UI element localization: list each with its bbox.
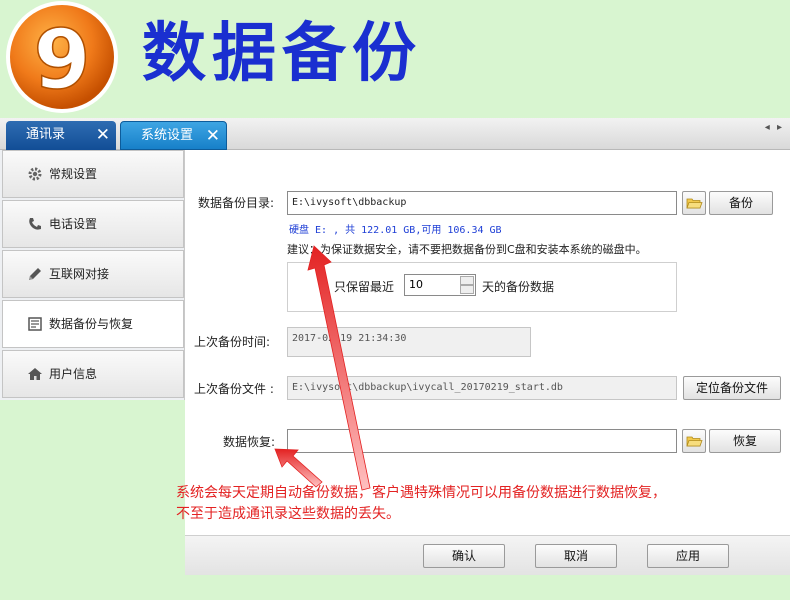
backup-button[interactable]: 备份 (709, 191, 773, 215)
keep-prefix-label: 只保留最近 (334, 280, 395, 294)
dialog-footer: 确认 取消 应用 (185, 535, 790, 575)
sidebar-item-backup[interactable]: 数据备份与恢复 (2, 300, 184, 348)
keep-suffix-label: 天的备份数据 (482, 280, 555, 294)
last-backup-time-field: 2017-02-19 21:34:30 (287, 327, 531, 357)
spin-down-button[interactable] (460, 285, 474, 294)
browse-restore-button[interactable] (682, 429, 706, 453)
sidebar-item-label: 数据备份与恢复 (49, 317, 134, 331)
close-icon[interactable]: ✕ (206, 122, 220, 150)
restore-button[interactable]: 恢复 (709, 429, 781, 453)
page-title: 数据备份 (142, 16, 422, 91)
locate-backup-file-button[interactable]: 定位备份文件 (683, 376, 781, 400)
close-icon[interactable]: ✕ (96, 121, 110, 149)
step-number: 9 (33, 13, 90, 108)
gear-icon (28, 167, 42, 181)
last-backup-file-field: E:\ivysoft\dbbackup\ivycall_20170219_sta… (287, 376, 677, 400)
tab-system-settings[interactable]: 系统设置 ✕ (120, 121, 227, 150)
backup-dir-field[interactable]: E:\ivysoft\dbbackup (287, 191, 677, 215)
tab-contacts[interactable]: 通讯录 ✕ (6, 121, 116, 150)
tab-label: 通讯录 (26, 127, 66, 142)
restore-label: 数据恢复: (223, 435, 276, 449)
bottom-strip (0, 575, 790, 600)
sidebar-item-label: 用户信息 (49, 367, 98, 381)
sidebar: 常规设置 电话设置 互联网对接 数据备份与恢复 用户信息 (0, 150, 185, 400)
sidebar-item-label: 互联网对接 (49, 267, 110, 281)
sidebar-item-general[interactable]: 常规设置 (2, 150, 184, 198)
backup-advice: 建议：为保证数据安全，请不要把数据备份到C盘和安装本系统的磁盘中。 (287, 243, 647, 256)
step-number-badge: 9 (6, 1, 118, 113)
sidebar-item-user-info[interactable]: 用户信息 (2, 350, 184, 398)
annotation-line-1: 系统会每天定期自动备份数据，客户遇特殊情况可以用备份数据进行数据恢复， (176, 485, 666, 501)
backup-dir-label: 数据备份目录: (198, 196, 275, 210)
tab-bar: 通讯录 ✕ 系统设置 ✕ ◂ ▸ (0, 118, 790, 150)
backup-settings-panel: 数据备份目录: E:\ivysoft\dbbackup 备份 硬盘 E: , 共… (185, 150, 790, 535)
folder-icon (686, 198, 703, 209)
last-backup-file-label: 上次备份文件 : (194, 382, 274, 396)
folder-icon (686, 436, 703, 447)
sidebar-item-label: 常规设置 (49, 167, 98, 181)
retention-days-value: 10 (409, 278, 423, 291)
pencil-icon (29, 268, 41, 280)
retention-days-spinner[interactable]: 10 (404, 274, 476, 296)
disk-info: 硬盘 E: , 共 122.01 GB,可用 106.34 GB (289, 225, 502, 236)
browse-folder-button[interactable] (682, 191, 706, 215)
cancel-button[interactable]: 取消 (535, 544, 617, 568)
phone-icon (29, 218, 41, 230)
tab-label: 系统设置 (141, 128, 194, 143)
sidebar-item-phone[interactable]: 电话设置 (2, 200, 184, 248)
annotation-line-2: 不至于造成通讯录这些数据的丢失。 (176, 506, 400, 522)
sidebar-item-label: 电话设置 (49, 217, 98, 231)
restore-file-field[interactable] (287, 429, 677, 453)
tab-scroll-arrows[interactable]: ◂ ▸ (765, 122, 784, 133)
apply-button[interactable]: 应用 (647, 544, 729, 568)
sidebar-item-internet[interactable]: 互联网对接 (2, 250, 184, 298)
spin-up-button[interactable] (460, 276, 474, 285)
document-icon (28, 317, 42, 331)
home-icon (28, 368, 42, 380)
ok-button[interactable]: 确认 (423, 544, 505, 568)
last-backup-time-label: 上次备份时间: (194, 335, 271, 349)
annotation-text: 系统会每天定期自动备份数据，客户遇特殊情况可以用备份数据进行数据恢复， 不至于造… (176, 483, 776, 525)
retention-group: 只保留最近 10 天的备份数据 (287, 262, 677, 312)
